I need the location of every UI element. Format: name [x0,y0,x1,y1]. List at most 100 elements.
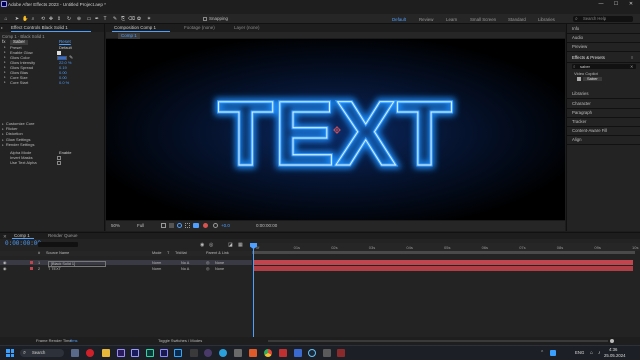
label-color-swatch[interactable] [30,261,33,264]
panel-align[interactable]: Align [572,137,582,142]
timeline-timecode[interactable]: 0:00:00:00 [5,240,41,247]
pan-tool-icon[interactable]: ✥ [48,16,54,22]
visibility-eye-icon[interactable]: ◉ [3,266,7,271]
project-tab-stub[interactable]: ▸ [1,25,7,31]
grid-icon[interactable] [185,223,190,228]
zoom-slider-thumb[interactable] [610,339,614,343]
app-icon-10[interactable] [204,349,212,357]
param-twirl-icon[interactable]: ▸ [4,50,6,54]
brush-tool-icon[interactable]: ✎ [112,16,118,22]
panel-effects-presets[interactable]: Effects & Presets [572,55,605,60]
layer-name[interactable]: T TEXT [48,267,61,271]
parent-pickwhip-icon[interactable]: ◎ [206,260,210,265]
invert-masks-checkbox[interactable] [57,156,61,160]
dolly-tool-icon[interactable]: ⇕ [56,16,62,22]
media-encoder-icon[interactable] [160,349,168,357]
effects-menu-icon[interactable]: ≡ [631,55,633,60]
reset-link[interactable]: Reset [59,39,71,45]
panel-libraries[interactable]: Libraries [572,91,588,96]
rectangle-tool-icon[interactable]: ▭ [86,16,92,22]
layer-trkmat[interactable]: No A [181,261,189,265]
close-button[interactable]: ✕ [624,1,638,7]
clock-date[interactable]: 25.05.2024 [604,353,626,358]
workspace-small-screen[interactable]: Small Screen [470,17,496,22]
folder-icon[interactable] [102,349,110,357]
volume-icon[interactable]: ♪ [598,350,601,356]
app-icon-9[interactable] [190,349,198,357]
col-source-name[interactable]: Source Name [46,251,69,256]
rotate-tool-icon[interactable]: ↻ [66,16,72,22]
draft-3d-icon[interactable]: ▦ [238,242,243,248]
effects-search-value[interactable]: saber [580,64,590,69]
param-twirl-icon[interactable]: ▸ [4,60,6,64]
pen-tool-icon[interactable]: ✒ [94,16,100,22]
layer-bar-solid[interactable] [253,260,633,265]
layer-mode[interactable]: Norm [152,261,161,265]
telegram-icon[interactable] [219,349,227,357]
clock-time[interactable]: 4:36 [609,347,617,352]
toggle-switches-modes[interactable]: Toggle Switches / Modes [158,339,202,343]
composition-viewer[interactable]: TEXT TEXT TEXT [106,39,565,220]
eraser-tool-icon[interactable]: ⌫ [128,16,135,22]
puppet-tool-icon[interactable]: ✶ [146,16,152,22]
layer-trkmat[interactable]: No A [181,267,189,271]
solo-icon[interactable]: ◉ [200,242,204,248]
app-icon-13[interactable] [249,349,257,357]
close-tab-icon[interactable]: ✕ [3,234,7,240]
search-help-input[interactable]: Search Help [573,16,633,22]
clear-search-icon[interactable]: ✕ [630,64,633,69]
workspace-standard[interactable]: Standard [508,17,526,22]
tab-effect-controls[interactable]: Effect Controls Black Solid 1 [11,25,68,31]
param-twirl-icon[interactable]: ▸ [4,70,6,74]
panel-content-aware-fill[interactable]: Content-Aware Fill [572,128,607,133]
viewer-timecode[interactable]: 0:00:00:00 [256,223,277,229]
graph-editor-icon[interactable]: ◪ [228,242,233,248]
camera-icon[interactable] [193,223,199,228]
timeline-search-input[interactable] [38,242,78,247]
home-icon[interactable]: ⌂ [3,16,9,22]
region-icon[interactable] [161,223,166,228]
workspace-default[interactable]: Default [392,17,406,22]
audition-icon[interactable] [146,349,154,357]
enable-glow-checkbox[interactable] [57,51,61,55]
minimize-button[interactable]: — [594,1,608,7]
effects-search-box[interactable]: ⌕ saber ✕ [572,64,636,69]
time-ruler[interactable]: 0f 01s 02s 03s 04s 05s 06s 07s 08s 09s 10s [252,243,640,251]
label-color-swatch[interactable] [30,267,33,270]
exposure-icon[interactable] [213,223,218,228]
mask-visibility-icon[interactable] [177,223,182,228]
param-twirl-icon[interactable]: ▸ [4,65,6,69]
maximize-button[interactable]: ☐ [609,1,623,7]
tab-footage[interactable]: Footage (none) [184,25,215,31]
selection-tool-icon[interactable]: ➤ [14,16,20,22]
after-effects-icon[interactable] [131,349,139,357]
orbit-tool-icon[interactable]: ⟲ [40,16,46,22]
app-icon-1[interactable] [71,349,79,357]
layer-bar-text[interactable] [253,266,633,271]
premiere-icon[interactable] [117,349,125,357]
workspace-learn[interactable]: Learn [446,17,457,22]
effect-group-row[interactable]: ▸ Render Settings [2,142,35,147]
glow-color-swatch[interactable] [57,56,67,60]
use-text-alpha-checkbox[interactable] [57,161,61,165]
panel-tracker[interactable]: Tracker [572,119,586,124]
layer-row[interactable]: ◉ 2 T TEXT Norm No A ◎ None [0,266,252,271]
hand-tool-icon[interactable]: ✋ [22,16,28,22]
group-twirl-icon[interactable]: ▸ [2,143,4,147]
zoom-dropdown[interactable]: 50% [111,223,120,229]
opera-icon[interactable] [86,349,94,357]
tray-chevron-icon[interactable]: ⌃ [540,350,544,356]
motion-blur-icon[interactable]: ◎ [209,242,213,248]
workspace-review[interactable]: Review [419,17,433,22]
snapping-checkbox[interactable] [203,17,207,21]
zoom-tool-icon[interactable]: ⌕ [30,16,36,22]
zoom-slider[interactable] [268,340,608,342]
param-value[interactable]: 0.0 % [59,80,69,85]
tab-render-queue[interactable]: Render Queue [48,233,78,239]
anchor-tool-icon[interactable]: ⊕ [76,16,82,22]
layer-parent[interactable]: None [215,261,224,265]
param-twirl-icon[interactable]: ▸ [4,55,6,59]
layer-parent[interactable]: None [215,267,224,271]
roto-tool-icon[interactable]: ✿ [136,16,142,22]
workspace-libraries[interactable]: Libraries [538,17,555,22]
